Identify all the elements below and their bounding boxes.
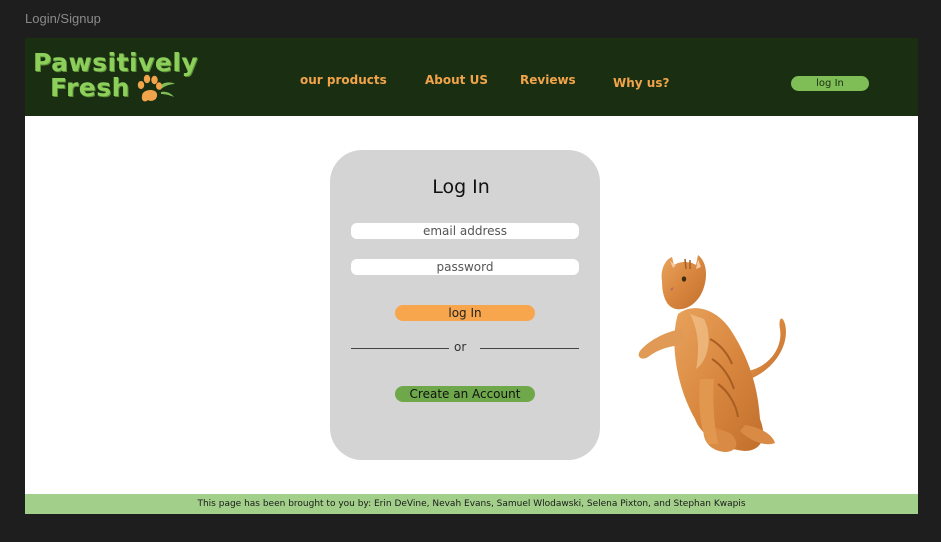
logo-text-line2: Fresh (50, 73, 130, 102)
cat-illustration (638, 255, 786, 452)
navbar: Pawsitively Fresh our products About US … (25, 38, 918, 116)
divider-or: or (454, 340, 467, 354)
login-title: Log In (432, 176, 490, 198)
nav-link-why-us[interactable]: Why us? (613, 76, 669, 90)
brand-logo[interactable]: Pawsitively Fresh (33, 48, 203, 106)
create-account-button[interactable]: Create an Account (395, 386, 535, 402)
login-card: Log In log In or Create an Account (330, 150, 600, 460)
nav-link-reviews[interactable]: Reviews (520, 73, 576, 87)
divider-line-right (480, 348, 579, 349)
cat-image (600, 219, 843, 457)
password-field[interactable] (351, 259, 579, 275)
email-field[interactable] (351, 223, 579, 239)
footer-credits: This page has been brought to you by: Er… (25, 494, 918, 514)
login-button[interactable]: log In (395, 305, 535, 321)
nav-login-button[interactable]: log In (791, 76, 869, 91)
page-frame: Pawsitively Fresh our products About US … (25, 38, 918, 514)
nav-link-our-products[interactable]: our products (300, 73, 387, 87)
paw-icon (137, 74, 175, 102)
frame-label: Login/Signup (25, 11, 101, 26)
nav-link-about-us[interactable]: About US (425, 73, 488, 87)
divider-line-left (351, 348, 449, 349)
